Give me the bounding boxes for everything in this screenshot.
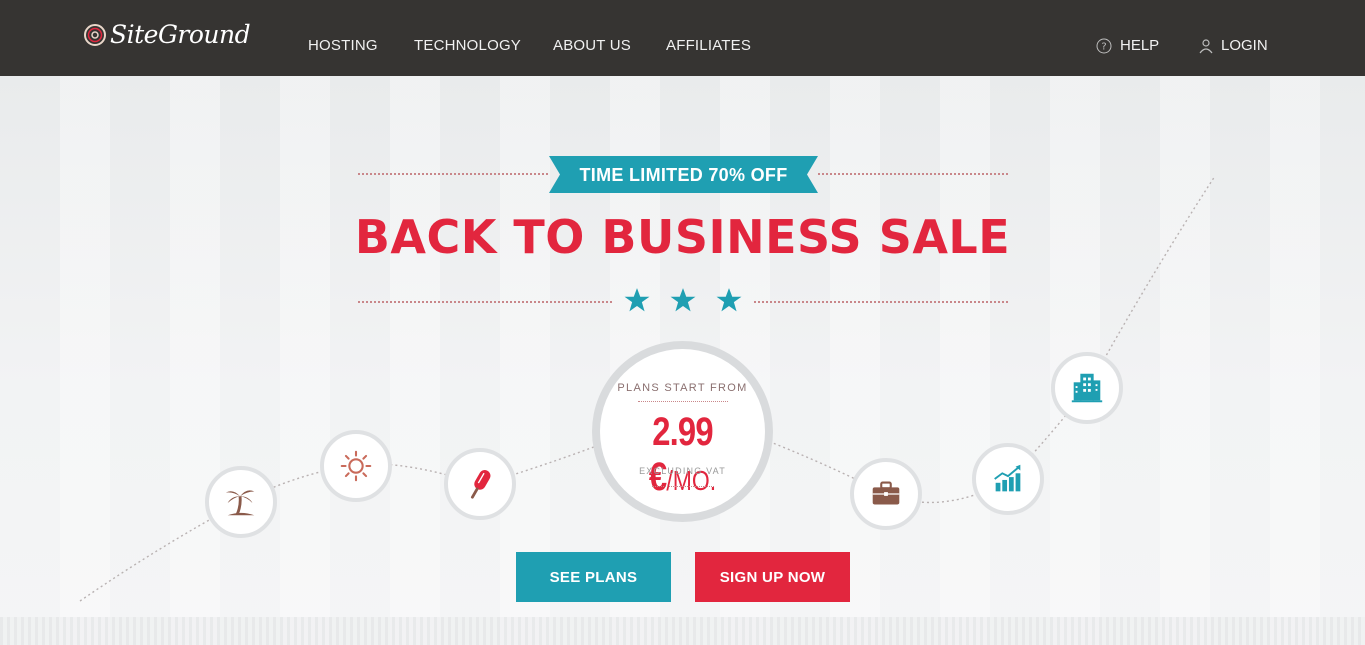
- star-icon: [624, 288, 650, 312]
- help-icon: ?: [1096, 38, 1112, 53]
- price-vat-note: EXCLUDING VAT: [639, 466, 726, 476]
- divider-dots: [754, 301, 1008, 303]
- popsicle-icon: [470, 470, 491, 499]
- sale-headline: BACK TO BUSINESS SALE: [354, 210, 1011, 264]
- bubble-briefcase: [850, 458, 922, 530]
- star-icon: [716, 288, 742, 312]
- star-icon: [670, 288, 696, 312]
- bubble-growth-chart: [972, 443, 1044, 515]
- sign-up-now-button[interactable]: SIGN UP NOW: [695, 552, 850, 602]
- nav-hosting[interactable]: HOSTING: [308, 37, 378, 54]
- office-building-icon: [1071, 373, 1103, 403]
- price-divider: [638, 401, 728, 402]
- divider-dots: [358, 301, 612, 303]
- bubble-sun: [320, 430, 392, 502]
- svg-text:?: ?: [1101, 41, 1106, 52]
- growth-chart-icon: [994, 464, 1021, 492]
- divider-dots: [818, 173, 1008, 175]
- price-divider: [652, 486, 714, 487]
- bubble-office-building: [1051, 352, 1123, 424]
- see-plans-button[interactable]: SEE PLANS: [516, 552, 671, 602]
- sun-icon: [340, 450, 372, 482]
- bubble-popsicle: [444, 448, 516, 520]
- help-link[interactable]: ? HELP: [1096, 37, 1159, 54]
- divider-dots: [358, 173, 548, 175]
- nav-about-us[interactable]: ABOUT US: [553, 37, 631, 54]
- user-icon: [1199, 38, 1213, 53]
- nav-technology[interactable]: TECHNOLOGY: [414, 37, 521, 54]
- help-label: HELP: [1120, 37, 1160, 54]
- promo-badge: TIME LIMITED 70% OFF: [579, 165, 788, 185]
- top-navigation-bar: SiteGround HOSTING TECHNOLOGY ABOUT US A…: [0, 0, 1365, 76]
- price-intro-label: PLANS START FROM: [617, 382, 748, 394]
- palm-tree-icon: [225, 490, 255, 516]
- nav-affiliates[interactable]: AFFILIATES: [666, 37, 751, 54]
- login-link[interactable]: LOGIN: [1199, 37, 1268, 54]
- siteground-logo[interactable]: SiteGround: [83, 20, 251, 49]
- logo-text: SiteGround: [110, 20, 251, 49]
- briefcase-icon: [872, 481, 900, 505]
- login-label: LOGIN: [1221, 37, 1268, 54]
- hero-banner: TIME LIMITED 70% OFF BACK TO BUSINESS SA…: [0, 76, 1365, 645]
- siteground-logo-icon: [84, 23, 106, 46]
- bubble-palm-tree: [205, 466, 277, 538]
